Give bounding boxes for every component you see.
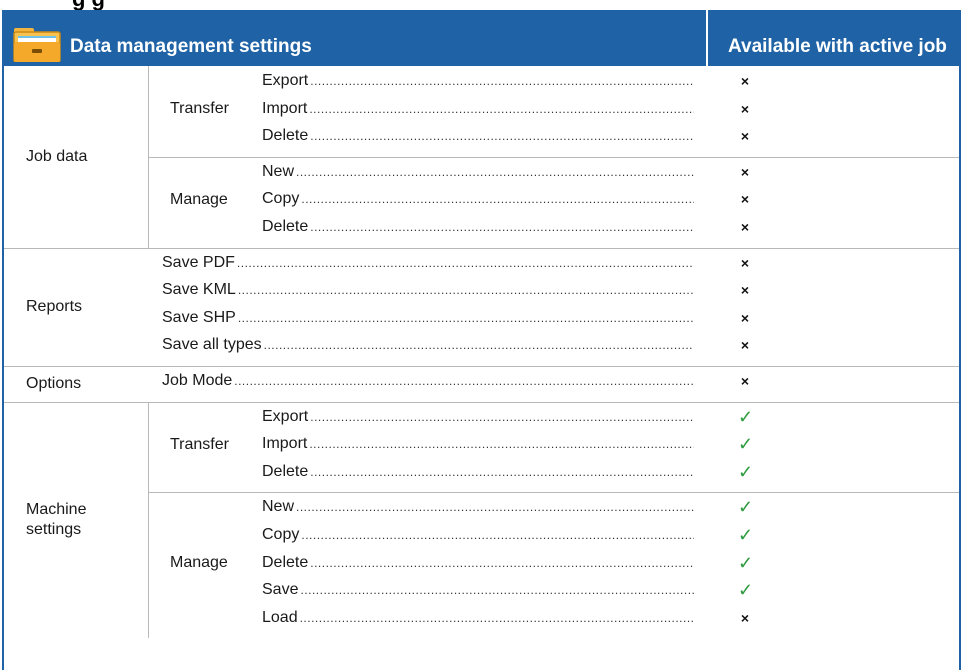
- category-label: Options: [26, 374, 82, 392]
- subcategory-label: Transfer: [170, 436, 229, 453]
- leader-dots: ........................................…: [301, 192, 694, 207]
- subcategory-label: Transfer: [170, 100, 229, 118]
- leader-dots: ........................................…: [236, 255, 694, 270]
- leader-dots: ........................................…: [310, 220, 694, 234]
- list-item: Delete..................................…: [262, 552, 694, 574]
- list-item: New.....................................…: [262, 161, 694, 183]
- item-label: New: [262, 498, 295, 516]
- group-divider: [148, 66, 149, 248]
- list-item: Job Mode................................…: [162, 370, 694, 392]
- list-item: Save PDF................................…: [162, 252, 694, 274]
- cross-icon: ×: [740, 73, 750, 89]
- category-label: Reports: [26, 297, 83, 315]
- item-label: Load: [262, 608, 298, 626]
- leader-dots: ........................................…: [310, 464, 694, 479]
- item-label: Delete: [262, 553, 309, 571]
- list-item: Copy....................................…: [262, 524, 694, 546]
- list-item: Load....................................…: [262, 607, 694, 629]
- check-icon: ✓: [738, 580, 754, 601]
- list-item: Save....................................…: [262, 579, 694, 601]
- cross-icon: ×: [740, 309, 750, 326]
- table-body: Export..................................…: [4, 66, 959, 670]
- row-divider: [148, 156, 959, 158]
- list-item: Export..................................…: [262, 70, 694, 92]
- list-item: Import..................................…: [262, 98, 694, 120]
- subcategory-label: Manage: [170, 191, 228, 209]
- check-icon: ✓: [738, 434, 754, 455]
- list-item: Save all types..........................…: [162, 334, 694, 356]
- leader-dots: ........................................…: [234, 374, 694, 388]
- row-divider: [4, 366, 959, 367]
- item-label: Delete: [262, 462, 309, 480]
- folder-icon: [13, 28, 61, 62]
- item-label: Delete: [262, 127, 309, 145]
- item-label: Import: [262, 99, 308, 117]
- cross-icon: ×: [740, 254, 750, 271]
- list-item: Export..................................…: [262, 406, 694, 428]
- item-label: Export: [262, 407, 309, 425]
- leader-dots: ........................................…: [299, 610, 694, 625]
- leader-dots: ........................................…: [309, 437, 694, 452]
- table-title: Data management settings: [70, 36, 312, 57]
- check-icon: ✓: [738, 406, 754, 427]
- leader-dots: ........................................…: [237, 283, 694, 298]
- check-icon: ✓: [738, 461, 754, 482]
- leader-dots: ........................................…: [310, 555, 694, 570]
- cross-icon: ×: [740, 128, 750, 145]
- cross-icon: ×: [740, 100, 750, 117]
- row-divider: [148, 492, 959, 494]
- leader-dots: ........................................…: [310, 409, 694, 424]
- list-item: Save SHP................................…: [162, 307, 694, 329]
- leader-dots: ........................................…: [301, 528, 694, 542]
- table-header: Data management settings Available with …: [4, 2, 959, 74]
- cross-icon: ×: [740, 163, 750, 180]
- cross-icon: ×: [740, 373, 750, 389]
- category-label: Machine settings: [26, 501, 87, 538]
- cross-icon: ×: [740, 337, 750, 354]
- item-label: Copy: [262, 190, 300, 208]
- group-divider: [148, 401, 149, 639]
- item-label: Export: [262, 72, 309, 89]
- item-label: New: [262, 162, 295, 180]
- subcategory-label: Manage: [170, 554, 228, 572]
- list-item: Delete..................................…: [262, 216, 694, 238]
- cross-icon: ×: [740, 219, 750, 235]
- header-divider: [706, 2, 708, 74]
- leader-dots: ........................................…: [300, 583, 694, 598]
- availability-column-header: Available with active job: [728, 36, 947, 57]
- list-item: New.....................................…: [262, 496, 694, 518]
- leader-dots: ........................................…: [237, 310, 694, 325]
- item-label: Save KML: [162, 281, 236, 299]
- item-label: Save PDF: [162, 253, 235, 271]
- leader-dots: ........................................…: [296, 500, 694, 515]
- item-label: Save: [262, 581, 299, 599]
- list-item: Import..................................…: [262, 433, 694, 455]
- page-heading: g g: [0, 0, 961, 10]
- check-icon: ✓: [738, 497, 754, 518]
- list-item: Delete..................................…: [262, 125, 694, 147]
- item-label: Save SHP: [162, 308, 236, 326]
- leader-dots: ........................................…: [310, 74, 694, 88]
- cross-icon: ×: [740, 191, 750, 208]
- leader-dots: ........................................…: [310, 129, 694, 144]
- category-label: Job data: [26, 147, 88, 165]
- item-label: Save all types: [162, 336, 262, 354]
- leader-dots: ........................................…: [309, 101, 694, 116]
- cross-icon: ×: [740, 609, 750, 626]
- cross-icon: ×: [740, 282, 750, 299]
- item-label: Copy: [262, 526, 300, 543]
- list-item: Save KML................................…: [162, 279, 694, 301]
- leader-dots: ........................................…: [296, 164, 694, 179]
- item-label: Job Mode: [162, 372, 233, 389]
- leader-dots: ........................................…: [263, 338, 694, 353]
- list-item: Copy....................................…: [262, 188, 694, 210]
- list-item: Delete..................................…: [262, 461, 694, 483]
- check-icon: ✓: [738, 552, 754, 573]
- item-label: Delete: [262, 218, 309, 235]
- item-label: Import: [262, 435, 308, 453]
- row-divider: [4, 247, 959, 249]
- check-icon: ✓: [738, 525, 754, 545]
- settings-table: Data management settings Available with …: [2, 2, 961, 670]
